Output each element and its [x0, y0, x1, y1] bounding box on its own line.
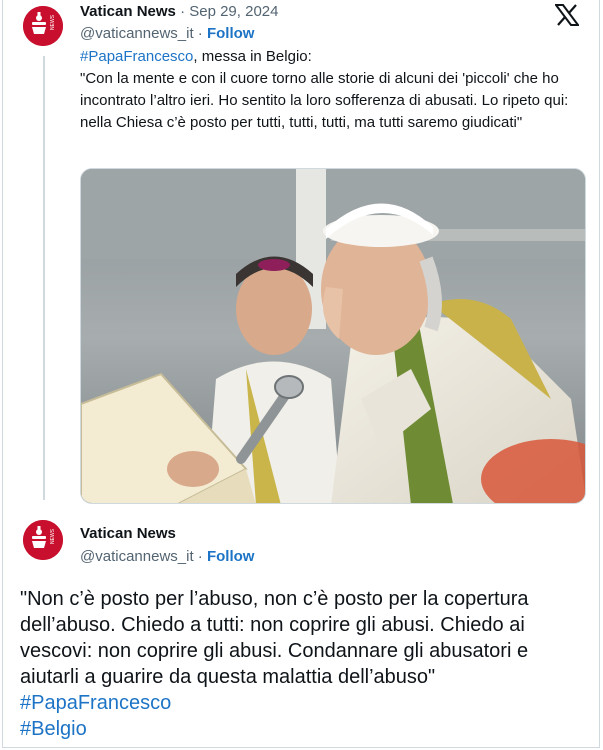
- separator-dot: ·: [180, 3, 186, 20]
- x-logo-icon[interactable]: [555, 4, 579, 26]
- svg-text:NEWS: NEWS: [50, 14, 56, 30]
- vatican-logo-icon: NEWS: [23, 6, 63, 46]
- vatican-news-avatar[interactable]: NEWS: [23, 6, 63, 46]
- author-handle[interactable]: @vaticannews_it: [80, 548, 194, 565]
- quoted-tweet-text: #PapaFrancesco, messa in Belgio: "Con la…: [80, 46, 585, 134]
- author-name[interactable]: Vatican News: [80, 525, 176, 542]
- separator-dot: ·: [197, 25, 203, 42]
- author-handle[interactable]: @vaticannews_it: [80, 25, 194, 42]
- follow-button[interactable]: Follow: [207, 548, 255, 565]
- tweet-date[interactable]: Sep 29, 2024: [189, 3, 278, 20]
- tweet-thread-card: NEWS Vatican News · Sep 29, 2024 @vatica…: [2, 0, 600, 748]
- reply-tweet-text: "Non c’è posto per l’abuso, non c’è post…: [20, 586, 590, 742]
- reply-body: "Non c’è posto per l’abuso, non c’è post…: [20, 588, 529, 688]
- thread-connector-line: [43, 56, 45, 500]
- separator-dot: ·: [197, 548, 203, 565]
- follow-button[interactable]: Follow: [207, 25, 255, 42]
- quoted-tweet-header: Vatican News · Sep 29, 2024: [80, 2, 278, 22]
- vatican-logo-icon: NEWS: [23, 520, 63, 560]
- svg-text:NEWS: NEWS: [50, 528, 56, 544]
- reply-tweet-header: Vatican News: [80, 524, 176, 544]
- photo-of-pope-speaking-at-microphone: [81, 169, 585, 503]
- author-name[interactable]: Vatican News: [80, 3, 176, 20]
- hashtag-link[interactable]: #PapaFrancesco: [80, 48, 193, 65]
- quoted-tweet-handle-row: @vaticannews_it · Follow: [80, 24, 254, 44]
- hashtag-link[interactable]: #Belgio: [20, 716, 590, 742]
- reply-tweet-handle-row: @vaticannews_it · Follow: [80, 547, 254, 567]
- lead-text: , messa in Belgio:: [193, 48, 312, 65]
- vatican-news-avatar[interactable]: NEWS: [23, 520, 63, 560]
- quote-body: "Con la mente e con il cuore torno alle …: [80, 70, 569, 131]
- hashtag-link[interactable]: #PapaFrancesco: [20, 690, 590, 716]
- tweet-photo[interactable]: [80, 168, 586, 504]
